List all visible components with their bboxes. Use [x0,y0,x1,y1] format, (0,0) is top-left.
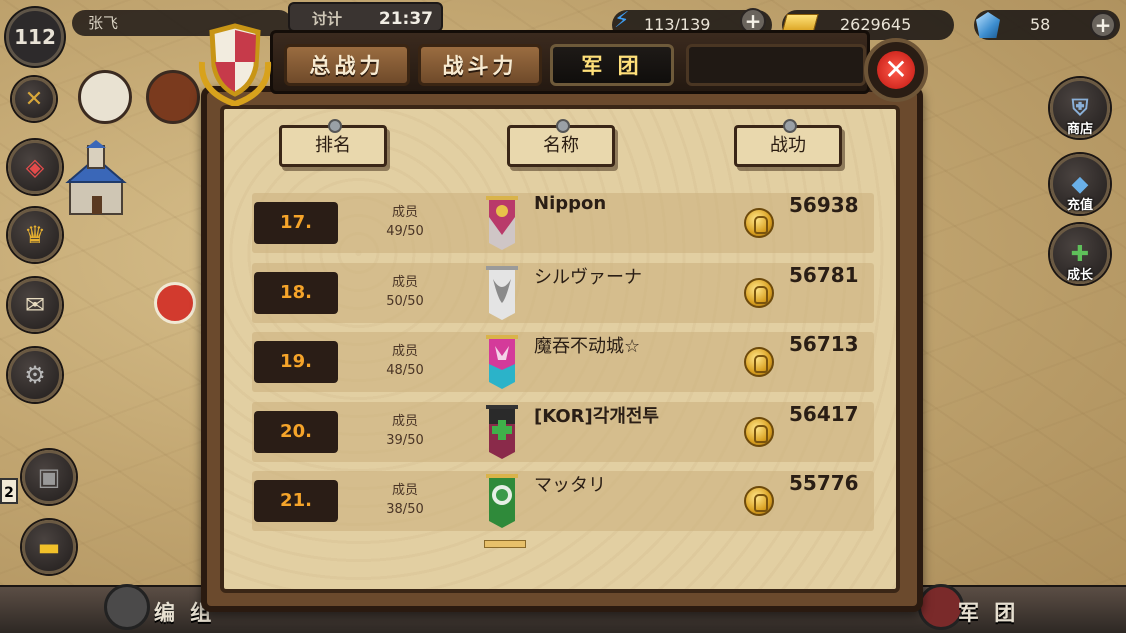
calendar-icon[interactable] [78,70,132,124]
legion-shield-emblem-icon [198,23,272,106]
guild-name: マッタリ [534,475,606,496]
pin-icon [328,119,342,133]
knight-helmet-icon[interactable] [104,584,150,630]
list-item[interactable]: 19. 成员 48/50 魔吞不动城☆ 56713 [252,332,874,392]
member-count: 成员 38/50 [370,481,440,519]
member-label: 成员 [391,205,418,220]
guild-ranking-list: 17. 成员 49/50 Nippon 56938 18. 成员 50/50 シ… [252,193,874,541]
recharge-button[interactable]: ◆ 充值 [1050,154,1110,214]
merit-medal-icon [744,208,774,238]
member-count: 成员 39/50 [370,412,440,450]
name-header-label: 名称 [543,135,579,156]
close-button[interactable]: ✕ [864,38,928,102]
map-marker-icon[interactable] [154,282,196,324]
growth-button[interactable]: ✚ 成长 [1050,224,1110,284]
legion-shield-icon[interactable]: ◈ [8,140,62,194]
member-count: 成员 49/50 [370,203,440,241]
name-column-header: 名称 [507,119,615,167]
rank-column-header: 排名 [279,119,387,167]
rank-number: 18. [254,271,338,314]
shop-button[interactable]: ⛨ 商店 [1050,78,1110,138]
trophy-icon[interactable]: ♛ [8,208,62,262]
clock-time: 21:37 [378,9,433,29]
tab-empty-slot [686,44,866,86]
member-label: 成员 [391,344,418,359]
tab-combat-power[interactable]: 战斗力 [418,44,542,86]
chat-icon[interactable]: ▬ [22,520,76,574]
rank-number: 17. [254,202,338,244]
shop-label: 商店 [1066,122,1094,137]
cancel-icon[interactable]: ✕ [12,77,56,121]
settings-gear-icon[interactable]: ⚙ [8,348,62,402]
member-value: 38/50 [386,502,424,517]
member-value: 39/50 [386,432,424,448]
guild-name: [KOR]각개전투 [534,405,659,427]
list-item[interactable]: 18. 成员 50/50 シルヴァーナ 56781 [252,262,874,323]
gem-value: 58 [1030,15,1051,34]
pin-icon [556,119,570,133]
merit-medal-icon [744,416,774,447]
member-label: 成员 [391,413,418,429]
rank-number: 21. [254,480,338,522]
merit-value: 55776 [789,471,859,495]
member-label: 成员 [391,483,418,498]
growth-icon: ✚ [1070,241,1090,267]
player-level-badge[interactable]: 112 [6,8,64,66]
merit-value: 56781 [789,262,859,287]
rank-number: 20. [254,410,338,453]
pin-icon [783,119,797,133]
next-row-banner-peek [484,540,526,548]
member-value: 49/50 [386,224,424,239]
member-count: 成员 48/50 [370,342,440,380]
tab-legion[interactable]: 军 团 [550,44,674,86]
side-count-badge: 2 [0,478,18,504]
legion-button[interactable]: 军 团 [958,597,1019,627]
guild-banner-icon [486,196,518,250]
list-item[interactable]: 17. 成员 49/50 Nippon 56938 [252,193,874,253]
merit-medal-icon [744,486,774,516]
member-value: 50/50 [386,293,424,309]
add-gem-button[interactable]: + [1090,12,1116,38]
guild-name: Nippon [534,193,607,214]
rank-number: 19. [254,341,338,383]
guild-name: 魔吞不动城☆ [534,336,641,357]
merit-column-header: 战功 [734,119,842,167]
merit-header-label: 战功 [770,135,806,156]
merit-value: 56713 [789,332,859,356]
list-item[interactable]: 20. 成员 39/50 [KOR]각개전투 56417 [252,401,874,462]
castle-icon[interactable] [60,140,132,220]
merit-medal-icon [744,347,774,377]
guild-banner-icon [486,474,518,528]
member-count: 成员 50/50 [370,273,440,311]
shop-icon: ⛨ [1071,95,1089,121]
growth-label: 成长 [1066,268,1094,283]
list-item[interactable]: 21. 成员 38/50 マッタリ 55776 [252,471,874,531]
member-value: 48/50 [386,363,424,378]
member-label: 成员 [391,274,418,290]
close-icon: ✕ [877,51,915,89]
clock-tab: 讨计 21:37 [288,2,443,32]
merit-medal-icon [744,277,774,308]
book-icon[interactable] [146,70,200,124]
guild-name: シルヴァーナ [534,266,642,288]
dungeon-icon[interactable]: ▣ [22,450,76,504]
recharge-label: 充值 [1066,198,1094,213]
rank-header-label: 排名 [315,135,351,156]
tab-total-power[interactable]: 总战力 [284,44,410,86]
guild-banner-icon [486,265,518,320]
mail-icon[interactable]: ✉ [8,278,62,332]
merit-value: 56938 [789,193,859,217]
merit-value: 56417 [789,401,859,426]
guild-banner-icon [486,404,518,459]
guild-banner-icon [486,335,518,389]
treasure-chest-icon: ◆ [1071,171,1089,197]
